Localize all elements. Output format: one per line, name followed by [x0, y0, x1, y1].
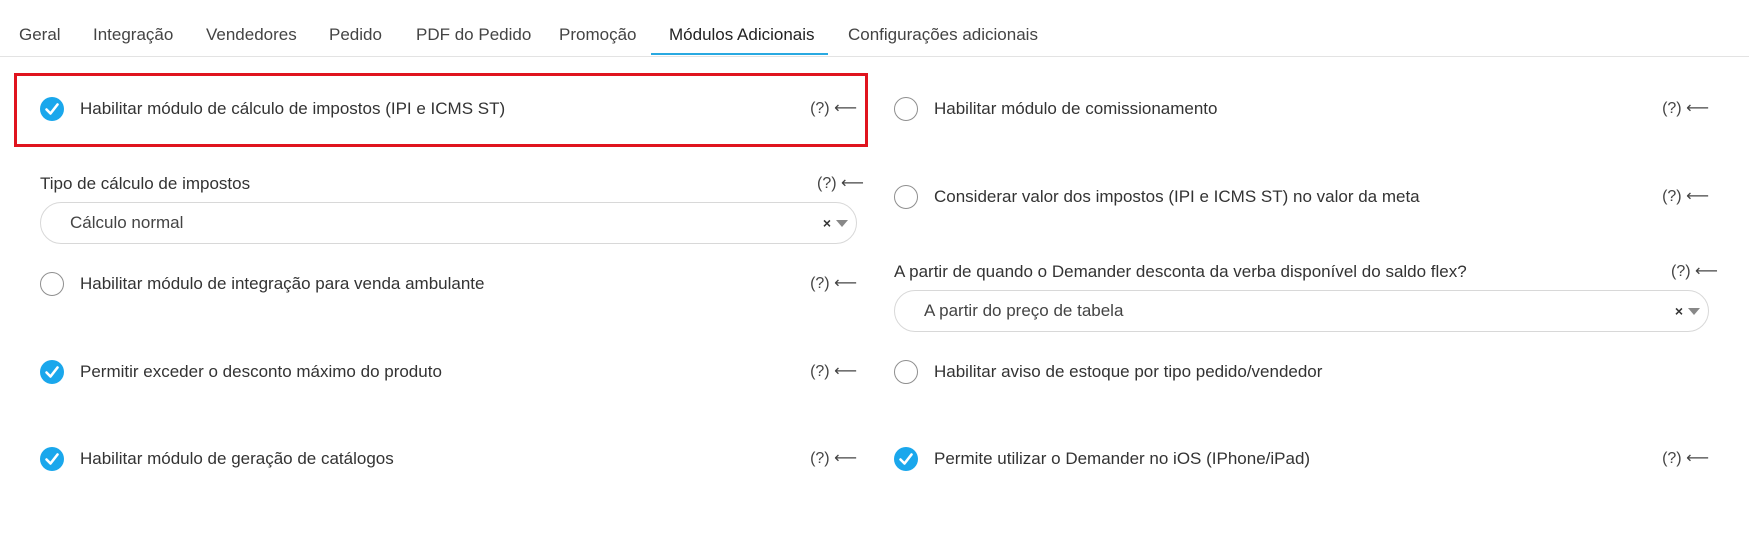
tax-type-select[interactable]: Cálculo normal × — [40, 202, 857, 244]
tax-module-label: Habilitar módulo de cálculo de impostos … — [80, 99, 506, 118]
help-icon[interactable]: (?) ⟵ — [1662, 439, 1709, 479]
help-icon[interactable]: (?) ⟵ — [1671, 252, 1749, 292]
stock-warning-row: Habilitar aviso de estoque por tipo pedi… — [894, 352, 1709, 392]
help-icon[interactable]: (?) ⟵ — [1662, 89, 1709, 129]
catalogs-row: Habilitar módulo de geração de catálogos… — [40, 439, 857, 479]
traveling-sales-row: Habilitar módulo de integração para vend… — [40, 264, 857, 304]
tab-bar: Geral Integração Vendedores Pedido PDF d… — [0, 0, 1749, 57]
commission-label: Habilitar módulo de comissionamento — [934, 99, 1218, 118]
checkmark-icon — [45, 366, 59, 378]
flex-balance-value: A partir do preço de tabela — [924, 301, 1124, 320]
stock-warning-label: Habilitar aviso de estoque por tipo pedi… — [934, 362, 1323, 381]
chevron-down-icon[interactable] — [1688, 308, 1700, 315]
catalogs-checkbox[interactable] — [40, 447, 64, 471]
catalogs-label: Habilitar módulo de geração de catálogos — [80, 449, 394, 468]
clear-icon[interactable]: × — [1675, 291, 1683, 331]
traveling-sales-checkbox[interactable] — [40, 272, 64, 296]
stock-warning-checkbox[interactable] — [894, 360, 918, 384]
traveling-sales-label: Habilitar módulo de integração para vend… — [80, 274, 485, 293]
exceed-discount-checkbox[interactable] — [40, 360, 64, 384]
tab-promocao[interactable]: Promoção — [559, 0, 636, 56]
help-icon[interactable]: (?) ⟵ — [1662, 177, 1709, 217]
tax-module-checkbox[interactable] — [40, 97, 64, 121]
help-icon[interactable]: (?) ⟵ — [810, 352, 857, 392]
checkmark-icon — [45, 453, 59, 465]
tax-in-goal-checkbox[interactable] — [894, 185, 918, 209]
help-icon[interactable]: (?) ⟵ — [810, 89, 857, 129]
ios-label: Permite utilizar o Demander no iOS (IPho… — [934, 449, 1311, 468]
chevron-down-icon[interactable] — [836, 220, 848, 227]
tax-in-goal-label: Considerar valor dos impostos (IPI e ICM… — [934, 187, 1420, 206]
tax-module-row: Habilitar módulo de cálculo de impostos … — [40, 89, 857, 129]
commission-checkbox[interactable] — [894, 97, 918, 121]
tab-geral[interactable]: Geral — [19, 0, 61, 56]
checkmark-icon — [45, 103, 59, 115]
help-icon[interactable]: (?) ⟵ — [810, 439, 857, 479]
tax-in-goal-row: Considerar valor dos impostos (IPI e ICM… — [894, 177, 1709, 217]
flex-balance-select[interactable]: A partir do preço de tabela × — [894, 290, 1709, 332]
exceed-discount-row: Permitir exceder o desconto máximo do pr… — [40, 352, 857, 392]
tax-type-label: Tipo de cálculo de impostos — [40, 174, 251, 193]
clear-icon[interactable]: × — [823, 203, 831, 243]
commission-row: Habilitar módulo de comissionamento (?) … — [894, 89, 1709, 129]
tab-configuracoes-adicionais[interactable]: Configurações adicionais — [848, 0, 1038, 56]
tax-type-value: Cálculo normal — [70, 213, 184, 232]
ios-checkbox[interactable] — [894, 447, 918, 471]
help-icon[interactable]: (?) ⟵ — [810, 264, 857, 304]
checkmark-icon — [899, 453, 913, 465]
tab-vendedores[interactable]: Vendedores — [206, 0, 297, 56]
exceed-discount-label: Permitir exceder o desconto máximo do pr… — [80, 362, 442, 381]
tab-integracao[interactable]: Integração — [93, 0, 173, 56]
tab-pedido[interactable]: Pedido — [329, 0, 382, 56]
flex-balance-label: A partir de quando o Demander desconta d… — [894, 262, 1467, 281]
tab-pdf-do-pedido[interactable]: PDF do Pedido — [416, 0, 531, 56]
tab-modulos-adicionais[interactable]: Módulos Adicionais — [651, 0, 828, 55]
ios-row: Permite utilizar o Demander no iOS (IPho… — [894, 439, 1709, 479]
